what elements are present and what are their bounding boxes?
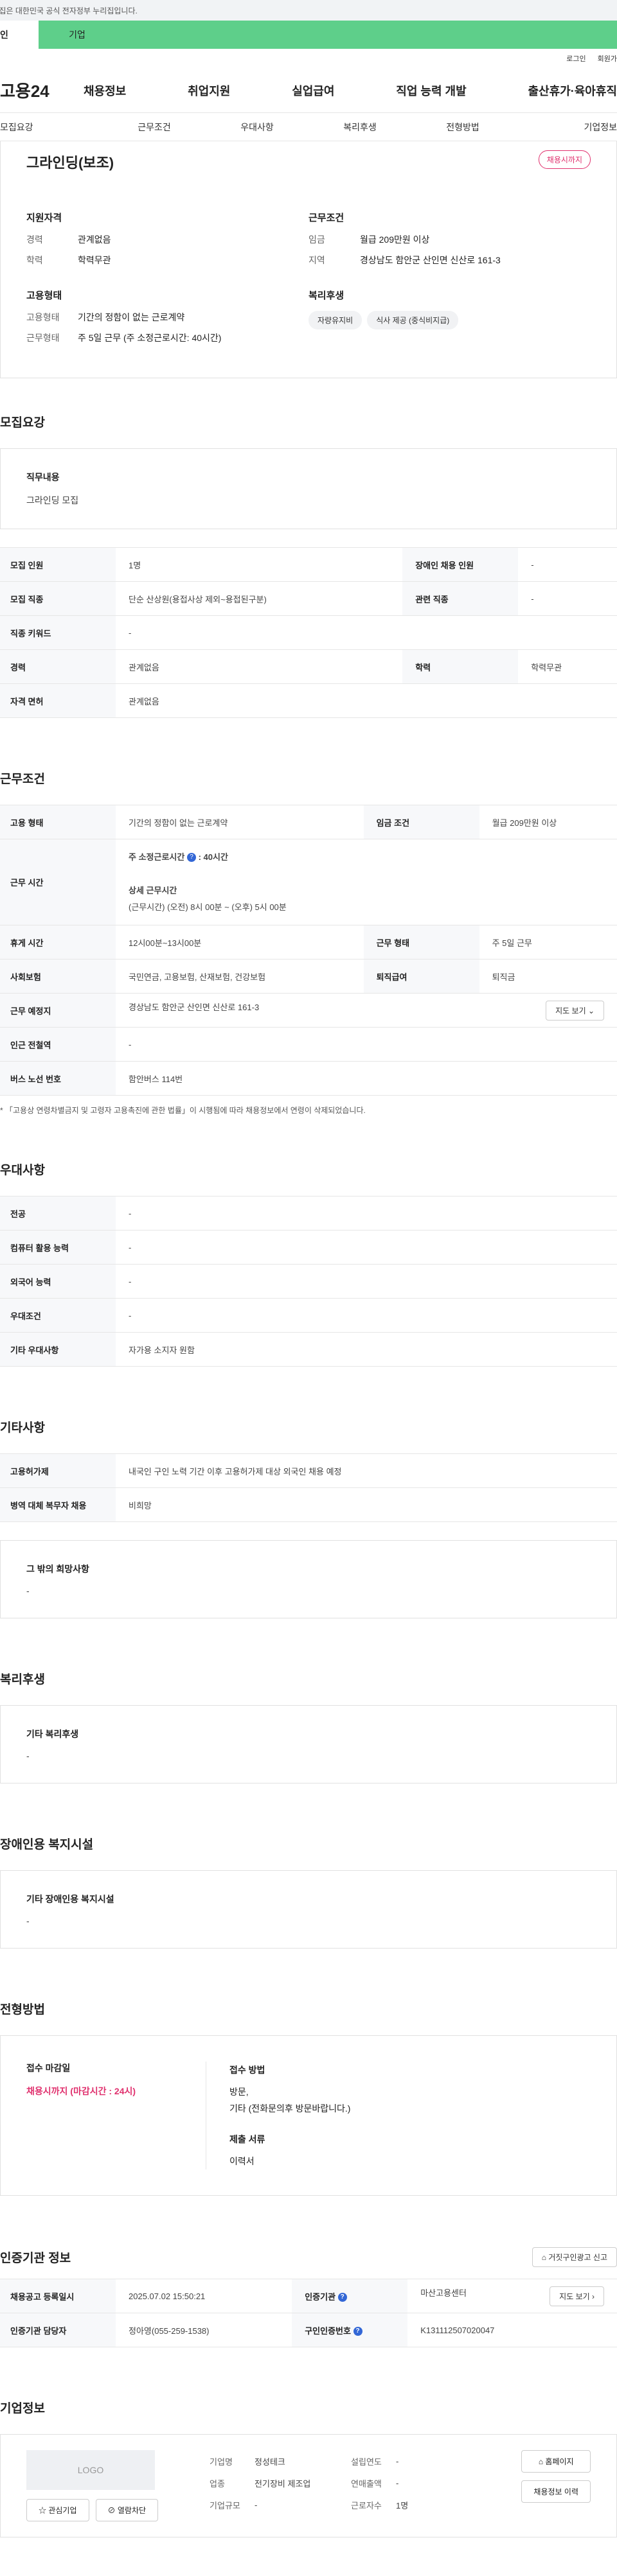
- other-box: 그 밖의 희망사항 -: [0, 1540, 617, 1618]
- global-nav: 고용24 채용정보 취업지원 실업급여 직업 능력 개발 출산휴가·육아휴직: [0, 68, 617, 113]
- disabled-box: 기타 장애인용 복지시설 -: [0, 1870, 617, 1949]
- section-company-title: 기업정보: [0, 2402, 45, 2415]
- section-recruit-title: 모집요강: [0, 416, 45, 430]
- qual-heading: 지원자격: [26, 213, 62, 223]
- user-type-tabs: 인 기업: [0, 21, 617, 49]
- util-links: 로그인 회원가: [0, 49, 617, 68]
- section-cond-title: 근무조건: [0, 773, 45, 786]
- work-label: 근무형태: [26, 333, 60, 343]
- anchor-company[interactable]: 기업정보: [514, 121, 617, 134]
- duty-value: 그라인딩 모집: [26, 495, 79, 505]
- history-button[interactable]: 채용정보 이력: [521, 2480, 591, 2503]
- login-link[interactable]: 로그인: [566, 53, 586, 64]
- report-button[interactable]: ⌂ 거짓구인광고 신고: [532, 2247, 617, 2267]
- tab-company[interactable]: 기업: [39, 21, 116, 49]
- edu-label: 학력: [26, 255, 43, 265]
- anchor-conditions[interactable]: 근무조건: [103, 121, 206, 134]
- job-title: 그라인딩(보조): [26, 155, 114, 171]
- gov-notice: 이 누리집은 대한민국 공식 전자정부 누리집입니다.: [0, 0, 617, 21]
- nav-training[interactable]: 직업 능력 개발: [396, 82, 466, 99]
- homepage-button[interactable]: ⌂ 홈페이지: [521, 2450, 591, 2473]
- info-icon[interactable]: ?: [337, 2293, 347, 2302]
- company-box: LOGO ☆ 관심기업 ⊘ 열람차단 기업명 정성테크 설립연도 - 업종 전기장비 제…: [0, 2434, 617, 2537]
- anchor-welfare[interactable]: 복리후생: [308, 121, 411, 134]
- cert-map-button[interactable]: 지도 보기 ›: [550, 2286, 604, 2306]
- block-button[interactable]: ⊘ 열람차단: [95, 2499, 159, 2521]
- cond-table: 고용 형태 기간의 정함이 없는 근로계약 임금 조건 월급 209만원 이상 근무 …: [0, 805, 617, 1096]
- map-button[interactable]: 지도 보기 ⌄: [546, 1000, 604, 1021]
- section-etc-title: 기타사항: [0, 1421, 45, 1435]
- gov-notice-text: 이 누리집은 대한민국 공식 전자정부 누리집입니다.: [0, 6, 138, 15]
- area-value: 경상남도 함안군 산인면 신산로 161-3: [360, 255, 501, 265]
- pref-table: 전공 - 컴퓨터 활용 능력 - 외국어 능력 - 우대조건 - 기타 우대사항 자가용 …: [0, 1196, 617, 1367]
- signup-link[interactable]: 회원가: [598, 53, 617, 64]
- nav-unemployment[interactable]: 실업급여: [292, 82, 334, 99]
- cert-table: 채용공고 등록일시 2025.07.02 15:50:21 인증기관 ? 마산고용센터…: [0, 2279, 617, 2347]
- company-logo: LOGO: [26, 2450, 155, 2490]
- recruit-table: 모집 인원 1명 장애인 채용 인원 - 모집 직종 단순 산상원(용접사상 제외~용접…: [0, 547, 617, 718]
- area-label: 지역: [308, 255, 325, 265]
- info-icon[interactable]: ?: [353, 2327, 362, 2336]
- exp-value: 관계없음: [78, 234, 111, 245]
- exp-label: 경력: [26, 234, 43, 245]
- nav-parental-leave[interactable]: 출산휴가·육아휴직: [528, 82, 617, 99]
- edu-value: 학력무관: [78, 255, 111, 265]
- info-icon[interactable]: ?: [186, 853, 196, 863]
- welfare-heading: 복리후생: [308, 290, 344, 301]
- section-selection-title: 전형방법: [0, 2003, 45, 2017]
- emp-value: 기간의 정함이 없는 근로계약: [78, 312, 185, 322]
- duty-box: 직무내용 그라인딩 모집: [0, 448, 617, 529]
- wage-value: 월급 209만원 이상: [360, 234, 430, 245]
- anchor-preference[interactable]: 우대사항: [206, 121, 308, 134]
- fav-company-button[interactable]: ☆ 관심기업: [26, 2499, 89, 2521]
- nav-employment-support[interactable]: 취업지원: [188, 82, 230, 99]
- selection-box: 접수 마감일 채용시까지 (마감시간 : 24시) 접수 방법 방문, 기타 (…: [0, 2035, 617, 2196]
- etc-table: 고용허가제 내국인 구인 노력 기간 이후 고용허가제 대상 외국인 채용 예정 …: [0, 1453, 617, 1522]
- section-cert-title: 인증기관 정보: [0, 2252, 71, 2265]
- deadline-value: 채용시까지 (마감시간 : 24시): [26, 2086, 136, 2096]
- job-summary: 그라인딩(보조) 채용시까지 지원자격 경력 관계없음 학력 학력무관 고용형태 고…: [0, 141, 617, 378]
- anchor-recruit[interactable]: 모집요강: [0, 121, 103, 134]
- work-value: 주 5일 근무 (주 소정근로시간: 40시간): [78, 333, 222, 343]
- welfare-box: 기타 복리후생 -: [0, 1705, 617, 1783]
- section-disabled-title: 장애인용 복지시설: [0, 1838, 94, 1852]
- emp-label: 고용형태: [26, 312, 60, 322]
- age-note: * 「고용상 연령차별금지 및 고령자 고용촉진에 관한 법률」이 시행됨에 따…: [0, 1106, 366, 1115]
- wage-label: 임금: [308, 234, 325, 245]
- status-badge: 채용시까지: [538, 150, 591, 169]
- cond-heading: 근무조건: [308, 213, 344, 223]
- tab-individual[interactable]: 인: [0, 21, 39, 49]
- section-welfare-title: 복리후생: [0, 1673, 45, 1687]
- anchor-selection[interactable]: 전형방법: [411, 121, 514, 134]
- welfare-chip: 식사 제공 (중식비지급): [367, 311, 459, 329]
- emp-heading: 고용형태: [26, 290, 62, 301]
- nav-jobs[interactable]: 채용정보: [84, 82, 126, 99]
- site-logo[interactable]: 고용24: [0, 78, 71, 102]
- section-pref-title: 우대사항: [0, 1164, 45, 1177]
- duty-label: 직무내용: [26, 472, 60, 482]
- anchor-nav: 모집요강 근무조건 우대사항 복리후생 전형방법 기업정보: [0, 113, 617, 141]
- welfare-chip: 자량유지비: [308, 311, 362, 329]
